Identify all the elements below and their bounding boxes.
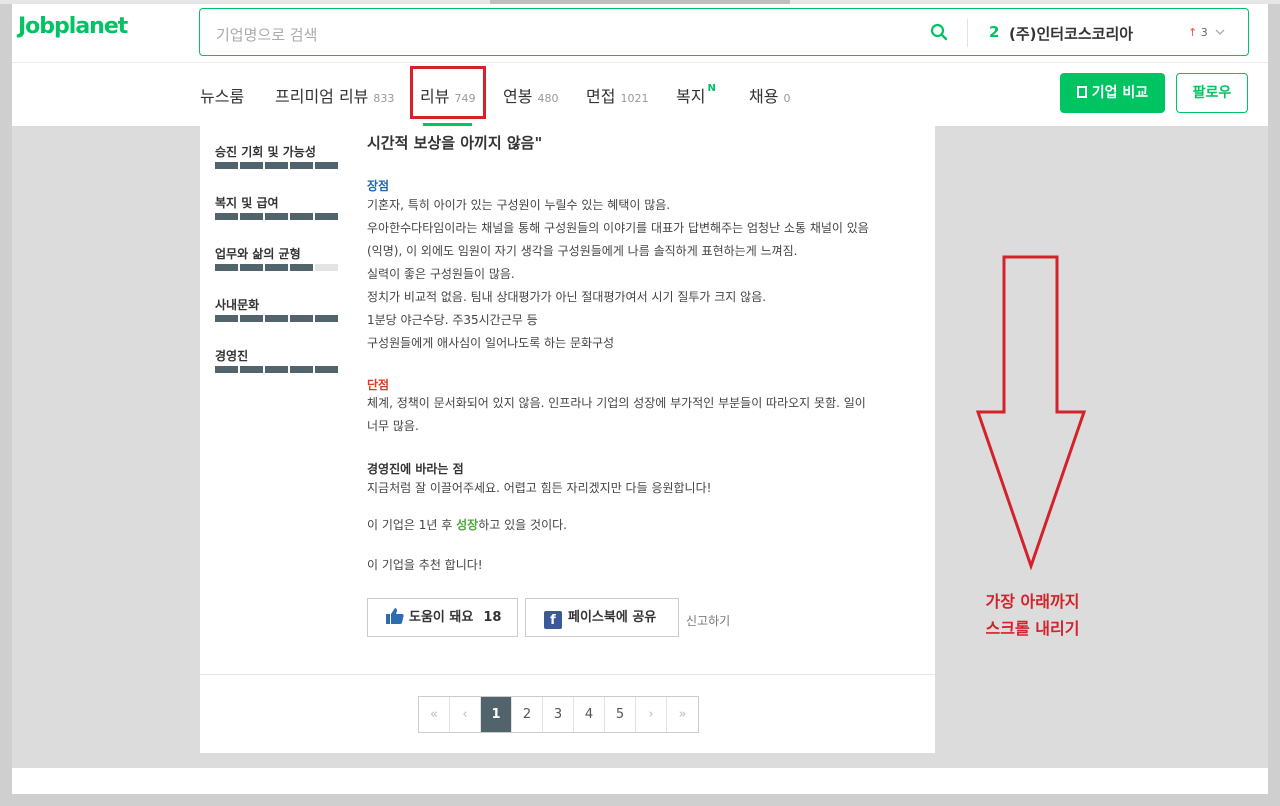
pros-heading: 장점 [367, 179, 390, 193]
last-page-button[interactable]: » [667, 697, 698, 732]
rating-segment [215, 366, 238, 373]
page-3-button[interactable]: 3 [543, 697, 574, 732]
site-header: Jobplanet 기업명으로 검색 2 (주)인터코스코리아 ↑ 3 뉴스룸 … [12, 4, 1268, 126]
search-icon[interactable] [930, 23, 948, 41]
building-icon [1076, 86, 1087, 98]
scroll-instruction: 가장 아래까지 스크롤 내리기 [985, 592, 1080, 638]
first-page-button[interactable]: « [419, 697, 450, 732]
cons-text: 체계, 정책이 문서화되어 있지 않음. 인프라나 기업의 성장에 부가적인 부… [367, 396, 866, 433]
search-placeholder[interactable]: 기업명으로 검색 [216, 24, 317, 45]
rating-row: 업무와 삶의 균형 [215, 242, 340, 293]
rating-breakdown: 승진 기회 및 가능성복지 및 급여업무와 삶의 균형사내문화경영진 [215, 140, 340, 395]
cons-heading: 단점 [367, 378, 390, 392]
rating-label: 복지 및 급여 [215, 196, 279, 210]
next-page-button[interactable]: › [636, 697, 667, 732]
page-1-button[interactable]: 1 [481, 697, 512, 732]
rating-segment [290, 162, 313, 169]
follow-button[interactable]: 팔로우 [1176, 73, 1248, 113]
rating-segment [240, 366, 263, 373]
rating-segment [315, 162, 338, 169]
ceo-wish-heading: 경영진에 바라는 점 [367, 462, 464, 476]
rating-segment [290, 366, 313, 373]
rating-segment [290, 315, 313, 322]
rating-label: 업무와 삶의 균형 [215, 247, 301, 261]
compare-button[interactable]: 기업 비교 [1060, 73, 1165, 113]
rating-segment [315, 213, 338, 220]
card-divider [200, 674, 935, 675]
rating-segment [290, 213, 313, 220]
rating-bar [215, 162, 340, 169]
tab-interview[interactable]: 면접 1021 [586, 83, 648, 107]
rating-row: 승진 기회 및 가능성 [215, 140, 340, 191]
rating-segment [215, 213, 238, 220]
growth-prediction: 이 기업은 1년 후 성장하고 있을 것이다. [367, 518, 567, 532]
rating-segment [240, 264, 263, 271]
rating-row: 경영진 [215, 344, 340, 395]
rating-bar [215, 213, 340, 220]
rank-up-icon: ↑ [1188, 26, 1198, 39]
rating-segment [240, 315, 263, 322]
rating-segment [265, 264, 288, 271]
facebook-icon: f [544, 611, 562, 629]
prev-page-button[interactable]: ‹ [450, 697, 481, 732]
rating-segment [265, 162, 288, 169]
rating-segment [265, 366, 288, 373]
helpful-button[interactable]: 도움이 돼요 18 [367, 598, 518, 637]
report-link[interactable]: 신고하기 [686, 612, 730, 629]
chevron-down-icon[interactable] [1214, 26, 1226, 38]
rating-segment [215, 315, 238, 322]
header-divider [12, 62, 1268, 63]
rating-segment [240, 213, 263, 220]
bottom-strip [12, 768, 1268, 794]
tab-salary[interactable]: 연봉 480 [503, 83, 558, 107]
rating-segment [290, 264, 313, 271]
review-title: 시간적 보상을 아끼지 않음" [367, 134, 543, 152]
new-badge: N [707, 83, 716, 94]
highlight-box [410, 66, 486, 119]
facebook-share-button[interactable]: f 페이스북에 공유 [525, 598, 679, 637]
rating-segment [315, 366, 338, 373]
search-divider [967, 19, 968, 47]
rating-segment [315, 315, 338, 322]
trending-rank-change: ↑ 3 [1188, 26, 1208, 39]
ceo-wish-text: 지금처럼 잘 이끌어주세요. 어렵고 힘든 자리겠지만 다들 응원합니다! [367, 481, 712, 495]
pros-text: 기혼자, 특히 아이가 있는 구성원이 누릴수 있는 혜택이 많음. 우아한수다… [367, 198, 869, 350]
tab-newsroom[interactable]: 뉴스룸 [200, 83, 244, 107]
rating-segment [265, 315, 288, 322]
helpful-count: 18 [483, 610, 502, 625]
rating-label: 경영진 [215, 349, 249, 363]
search-bar[interactable]: 기업명으로 검색 2 (주)인터코스코리아 ↑ 3 [199, 8, 1249, 56]
pagination: « ‹ 1 2 3 4 5 › » [418, 696, 699, 733]
scroll-down-arrow-icon [975, 255, 1087, 570]
rating-segment [265, 213, 288, 220]
rating-bar [215, 366, 340, 373]
rating-segment [215, 264, 238, 271]
rating-segment [240, 162, 263, 169]
jobplanet-logo[interactable]: Jobplanet [18, 14, 128, 39]
rating-label: 사내문화 [215, 298, 260, 312]
rating-bar [215, 315, 340, 322]
tab-jobs[interactable]: 채용 0 [749, 83, 790, 107]
page-5-button[interactable]: 5 [605, 697, 636, 732]
trending-company-name[interactable]: (주)인터코스코리아 [1009, 23, 1133, 44]
rating-segment [315, 264, 338, 271]
page-2-button[interactable]: 2 [512, 697, 543, 732]
tab-benefits[interactable]: 복지 N [676, 83, 716, 107]
tab-premium-review[interactable]: 프리미엄 리뷰 833 [275, 83, 394, 107]
trending-rank-number: 2 [989, 23, 1000, 41]
thumbs-up-icon [386, 608, 404, 624]
rating-segment [215, 162, 238, 169]
rating-label: 승진 기회 및 가능성 [215, 145, 316, 159]
recommend-text: 이 기업을 추천 합니다! [367, 558, 483, 572]
rating-row: 복지 및 급여 [215, 191, 340, 242]
rating-bar [215, 264, 340, 271]
review-card: 승진 기회 및 가능성복지 및 급여업무와 삶의 균형사내문화경영진 시간적 보… [200, 126, 935, 753]
rating-row: 사내문화 [215, 293, 340, 344]
page-4-button[interactable]: 4 [574, 697, 605, 732]
